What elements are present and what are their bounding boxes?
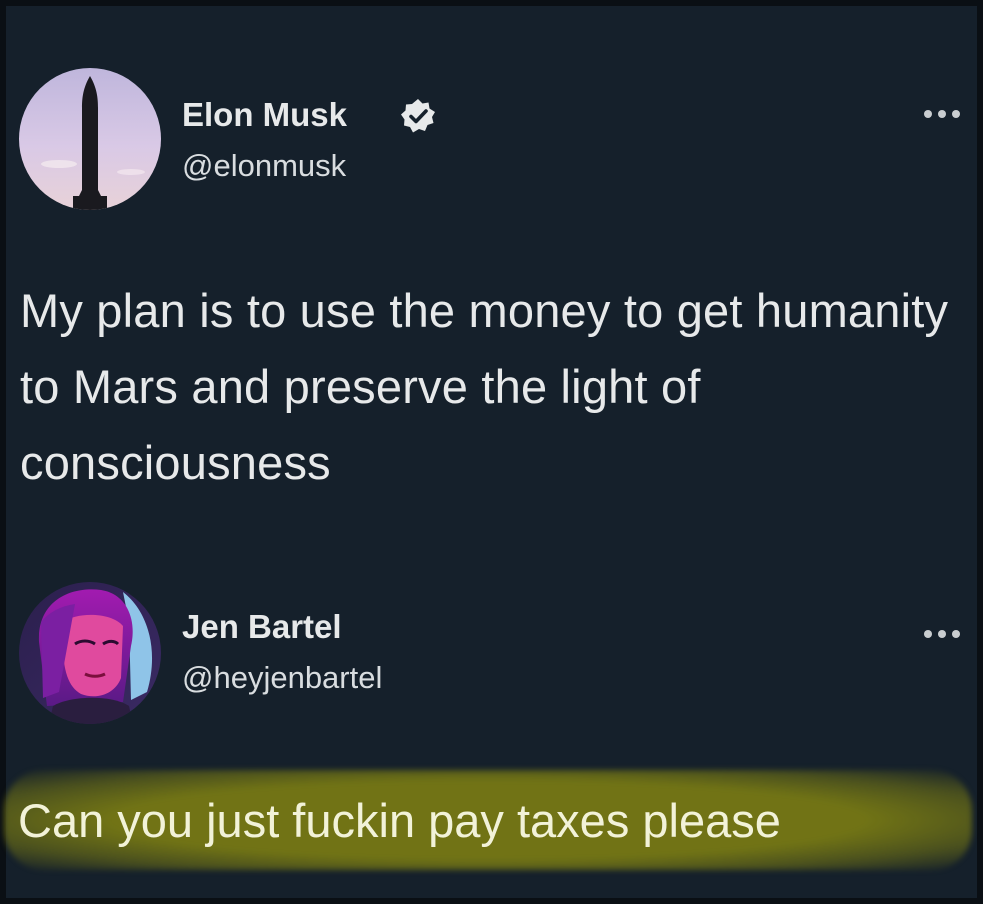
rocket-silhouette-avatar-icon [19,68,161,210]
tweet-screenshot: Elon Musk @elonmusk My plan is to use th… [0,0,983,904]
jen-avatar[interactable] [19,582,161,724]
illustrated-portrait-avatar-icon [19,582,161,724]
reply-author-display-name[interactable]: Jen Bartel [182,608,342,646]
author-display-name[interactable]: Elon Musk [182,96,347,134]
verified-badge-icon [400,98,436,139]
reply-body-text: Can you just fuckin pay taxes please [18,794,781,847]
author-handle[interactable]: @elonmusk [182,148,346,184]
more-options-icon[interactable] [922,100,962,128]
elon-avatar[interactable] [19,68,161,210]
reply-author-handle[interactable]: @heyjenbartel [182,660,382,696]
reply-more-options-icon[interactable] [922,620,962,648]
tweet-body-text: My plan is to use the money to get human… [20,284,949,489]
